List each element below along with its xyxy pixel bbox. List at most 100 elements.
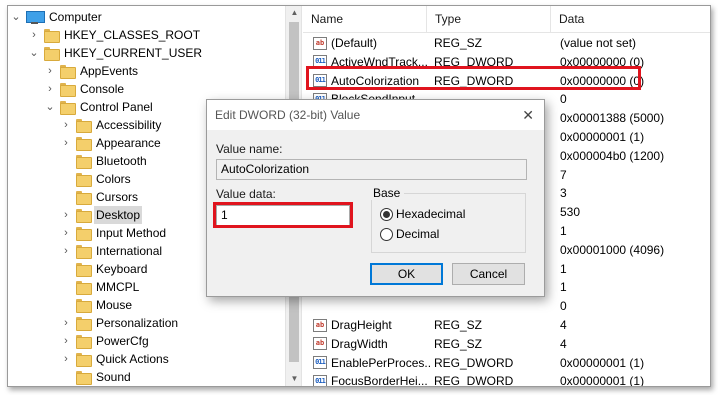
tree-item[interactable]: Cursors [60, 188, 140, 206]
tree-item[interactable]: › Input Method [60, 224, 168, 242]
edit-dword-dialog: Edit DWORD (32-bit) Value ✕ Value name: … [206, 99, 545, 297]
tree-item-label: Control Panel [80, 100, 153, 114]
chevron-down-icon[interactable]: ⌄ [28, 44, 40, 62]
chevron-right-icon[interactable]: › [60, 206, 72, 224]
value-name-cell: ab DragWidth [313, 335, 431, 353]
value-data: 1 [560, 261, 567, 276]
tree-item[interactable]: › Accessibility [60, 116, 163, 134]
folder-icon [60, 65, 76, 79]
chevron-right-icon[interactable]: › [60, 332, 72, 350]
tree-root-label: Computer [49, 10, 102, 24]
tree-item-label: PowerCfg [96, 334, 149, 348]
hexadecimal-radio[interactable]: Hexadecimal [380, 207, 465, 221]
tree-item-label: Colors [96, 172, 131, 186]
radio-unselected-icon[interactable] [380, 227, 393, 241]
tree-item-label: Sound [96, 370, 131, 384]
folder-icon [76, 263, 92, 277]
tree-item-label: Quick Actions [96, 352, 169, 366]
chevron-right-icon[interactable]: › [60, 314, 72, 332]
tree-root-computer[interactable]: ⌄ Computer [10, 8, 104, 26]
radio-selected-icon[interactable] [380, 207, 393, 221]
folder-icon [76, 281, 92, 295]
chevron-right-icon[interactable]: › [60, 116, 72, 134]
column-header-type[interactable]: Type [427, 6, 551, 33]
folder-icon [76, 335, 92, 349]
folder-icon [76, 119, 92, 133]
tree-item[interactable]: › AppEvents [44, 62, 140, 80]
tree-item[interactable]: › Personalization [60, 314, 180, 332]
binary-value-icon: 011 [313, 356, 327, 370]
base-group-title: Base [371, 186, 405, 200]
folder-icon [76, 173, 92, 187]
chevron-right-icon[interactable]: › [60, 242, 72, 260]
folder-icon [76, 137, 92, 151]
tree-item[interactable]: ⌄ Control Panel [44, 98, 155, 116]
value-data: 0x00001388 (5000) [560, 111, 665, 126]
chevron-right-icon[interactable]: › [44, 62, 56, 80]
folder-icon [60, 83, 76, 97]
list-item[interactable]: 011 EnablePerProces... REG_DWORD 0x00000001… [303, 354, 710, 372]
value-data: 0x00000001 (1) [560, 130, 645, 144]
tree-item[interactable]: › HKEY_CLASSES_ROOT [28, 26, 202, 44]
tree-item[interactable]: Sound [60, 368, 133, 386]
tree-item-label: Console [80, 82, 125, 96]
list-item[interactable]: ab DragHeight REG_SZ 4 [303, 316, 710, 334]
tree-item[interactable]: › Quick Actions [60, 350, 171, 368]
tree-item[interactable]: MMCPL [60, 278, 141, 296]
chevron-down-icon[interactable]: ⌄ [10, 8, 22, 26]
column-header-data[interactable]: Data [551, 6, 710, 33]
tree-item[interactable]: › Console [44, 80, 126, 98]
computer-icon [26, 10, 45, 24]
value-name-field[interactable]: AutoColorization [216, 159, 527, 180]
string-value-icon: ab [313, 337, 327, 351]
list-item[interactable]: 011 FocusBorderHei... REG_DWORD 0x00000001 … [303, 372, 710, 386]
cancel-button[interactable]: Cancel [452, 263, 525, 285]
tree-item[interactable]: Colors [60, 170, 133, 188]
value-name: EnablePerProces... [331, 355, 431, 370]
tree-item-label: Mouse [96, 298, 133, 312]
value-type: REG_DWORD [434, 355, 514, 370]
tree-item[interactable]: Bluetooth [60, 152, 149, 170]
scroll-up-icon[interactable]: ▲ [286, 6, 303, 20]
value-data: 4 [560, 336, 567, 351]
binary-value-icon: 011 [313, 374, 327, 386]
chevron-right-icon[interactable]: › [60, 350, 72, 368]
value-data: 4 [560, 318, 567, 332]
close-icon[interactable]: ✕ [522, 100, 534, 130]
tree-item[interactable]: Keyboard [60, 260, 149, 278]
tree-item-label: International [96, 244, 163, 258]
column-header-name[interactable]: Name [303, 6, 427, 33]
value-name-cell: ab (Default) [313, 34, 431, 52]
value-name: DragWidth [331, 336, 388, 351]
chevron-right-icon[interactable]: › [44, 80, 56, 98]
tree-item[interactable]: › PowerCfg [60, 332, 151, 350]
hexadecimal-label: Hexadecimal [396, 207, 466, 221]
value-data: (value not set) [560, 36, 637, 50]
string-value-icon: ab [313, 318, 327, 332]
tree-item-label: Cursors [96, 190, 139, 204]
list-item[interactable]: 0 [303, 297, 710, 315]
list-item[interactable]: ab (Default) REG_SZ (value not set) [303, 34, 710, 52]
tree-item-label: Input Method [96, 226, 167, 240]
tree-item[interactable]: › Appearance [60, 134, 163, 152]
tree-item[interactable]: › International [60, 242, 164, 260]
decimal-radio[interactable]: Decimal [380, 227, 439, 241]
folder-icon [76, 155, 92, 169]
chevron-right-icon[interactable]: › [28, 26, 40, 44]
tree-item[interactable]: › Desktop [60, 206, 143, 224]
tree-item-label: Bluetooth [96, 154, 147, 168]
folder-icon [76, 371, 92, 385]
chevron-right-icon[interactable]: › [60, 224, 72, 242]
tree-item[interactable]: Mouse [60, 296, 134, 314]
chevron-down-icon[interactable]: ⌄ [44, 98, 56, 116]
value-data: 1 [560, 224, 567, 238]
chevron-right-icon[interactable]: › [60, 134, 72, 152]
tree-item[interactable]: ⌄ HKEY_CURRENT_USER [28, 44, 204, 62]
value-data: 7 [560, 167, 567, 182]
list-item[interactable]: ab DragWidth REG_SZ 4 [303, 335, 710, 353]
ok-button[interactable]: OK [370, 263, 443, 285]
scroll-down-icon[interactable]: ▼ [286, 372, 303, 386]
folder-icon [44, 29, 60, 43]
